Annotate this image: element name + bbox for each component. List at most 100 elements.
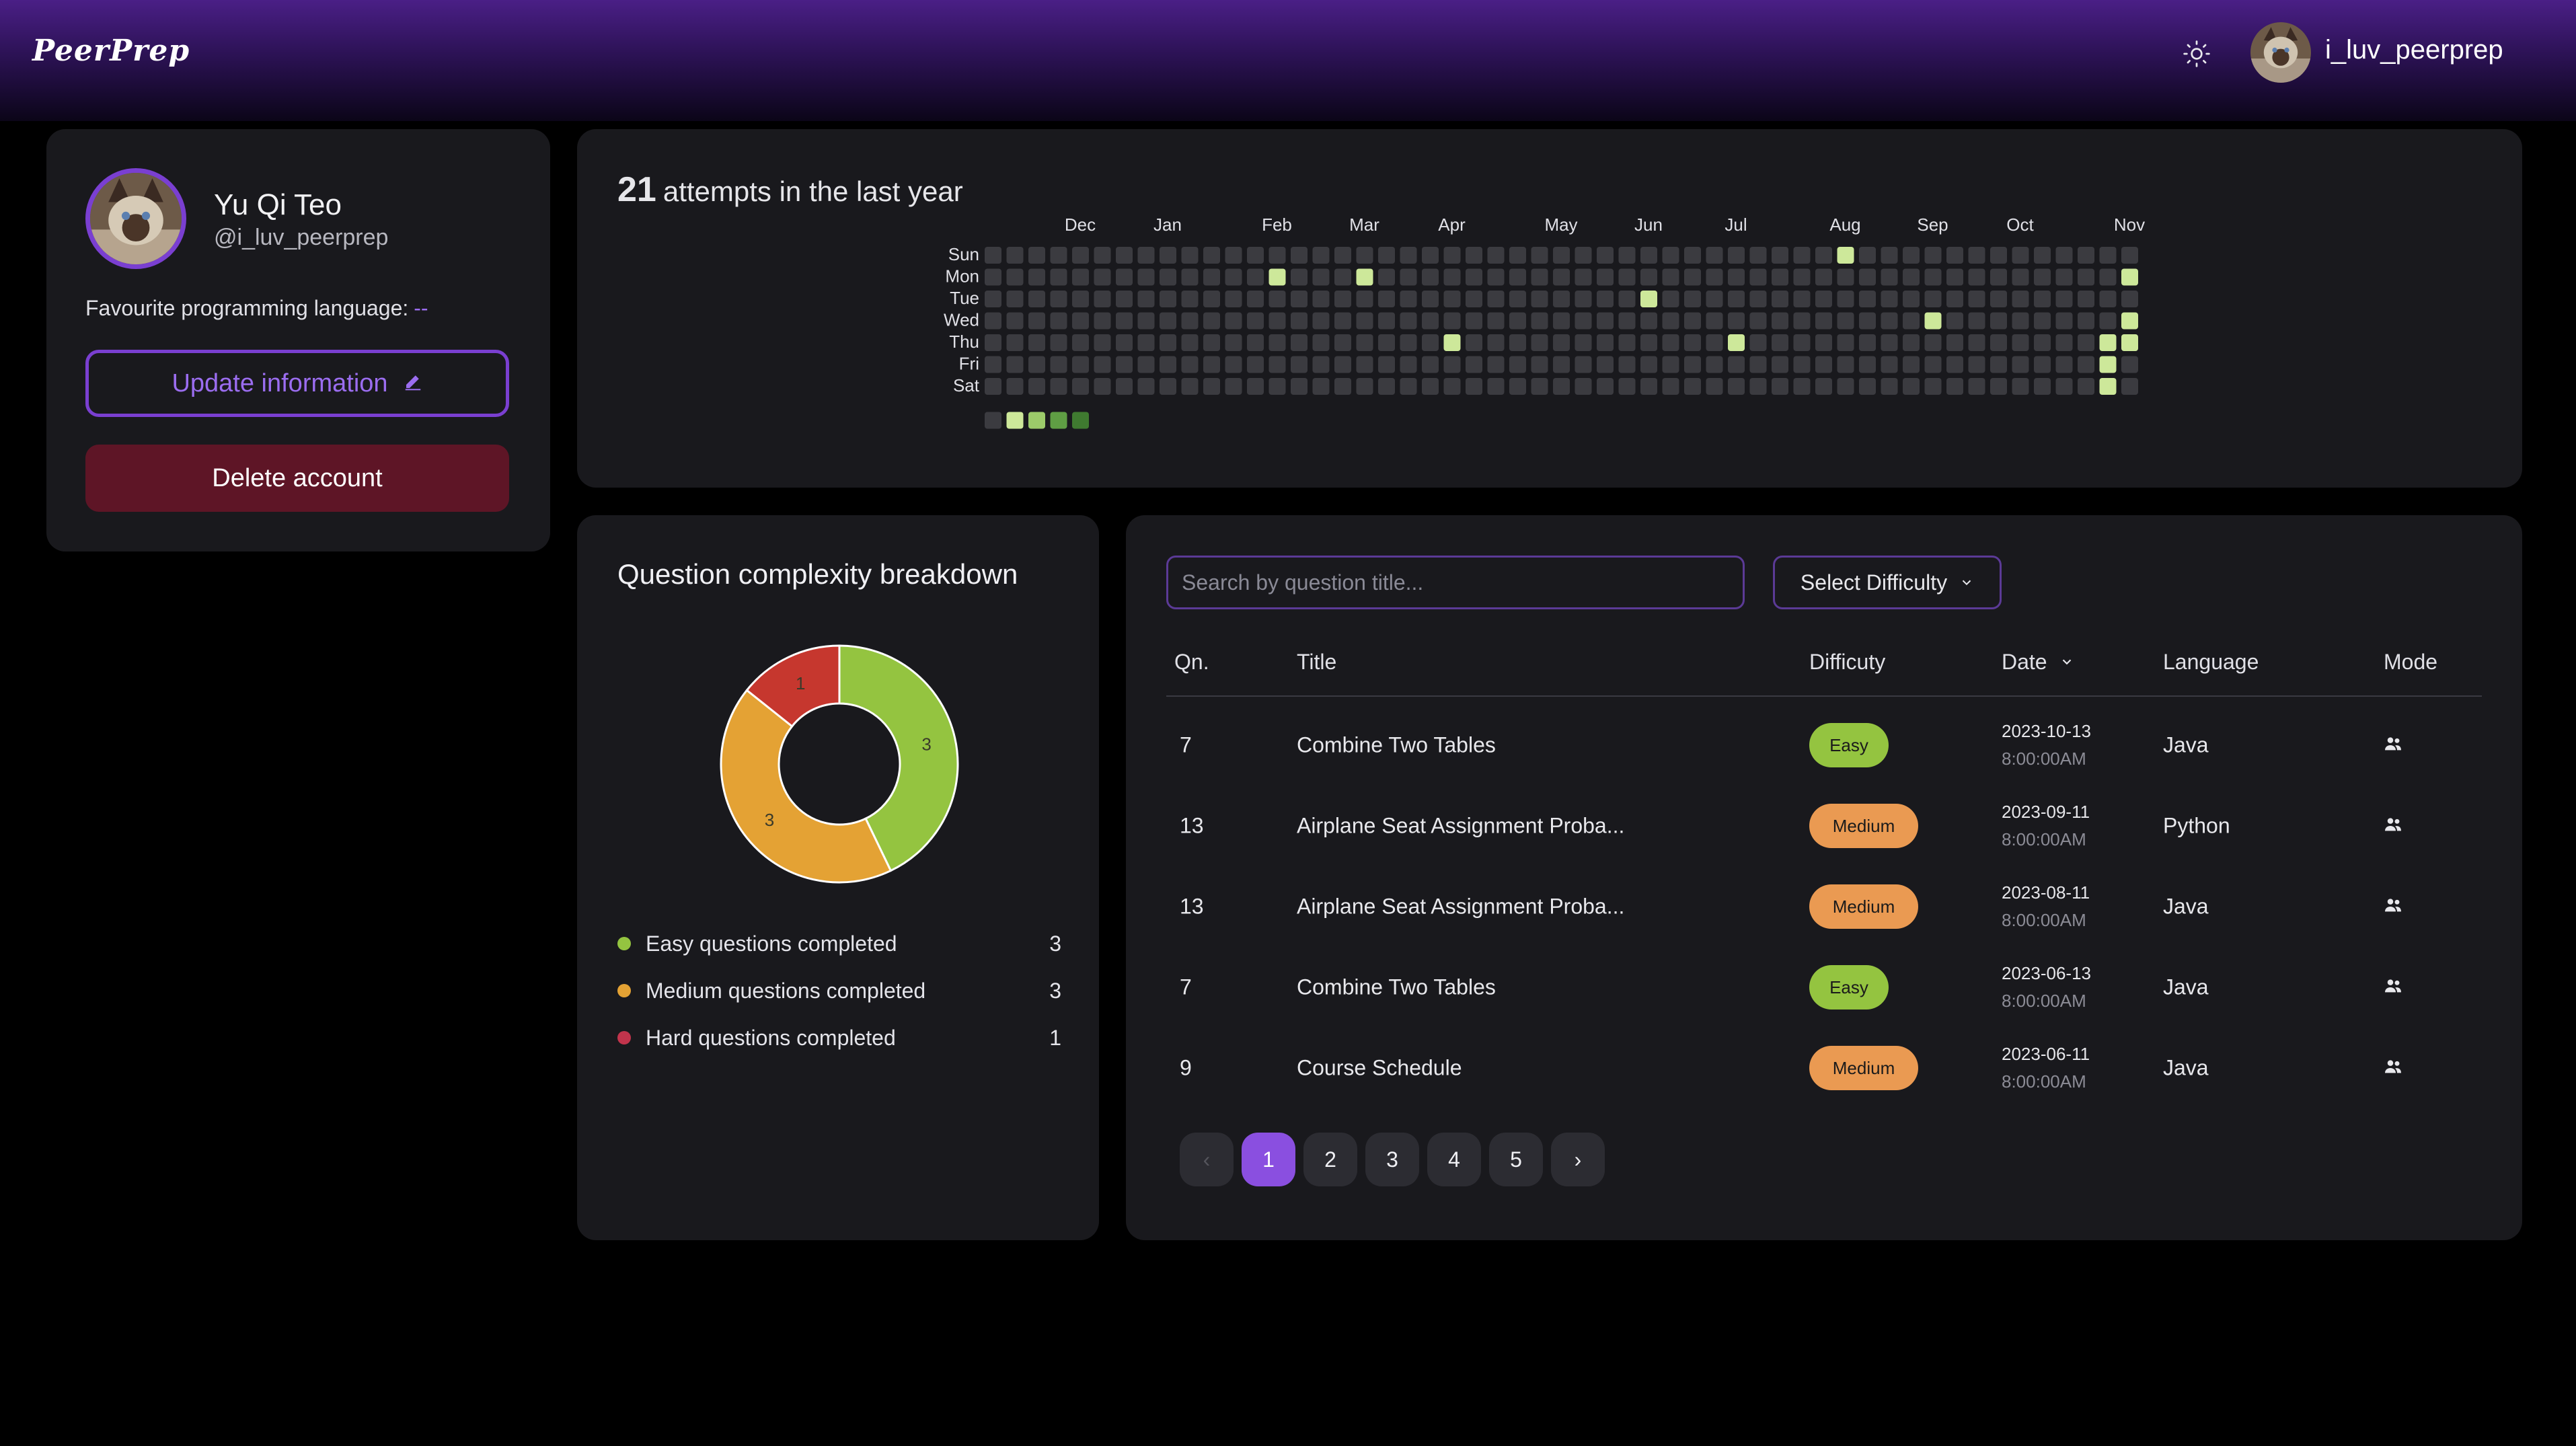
- heatmap-cell[interactable]: [1466, 291, 1482, 307]
- heatmap-cell[interactable]: [1640, 291, 1657, 307]
- table-row[interactable]: 7 Combine Two Tables Easy 2023-06-13 8:00:00…: [1126, 947, 2522, 1028]
- heatmap-cell[interactable]: [1334, 334, 1351, 351]
- heatmap-cell[interactable]: [1006, 378, 1024, 395]
- heatmap-cell[interactable]: [2012, 247, 2029, 264]
- heatmap-cell[interactable]: [2099, 291, 2117, 307]
- heatmap-cell[interactable]: [1728, 378, 1745, 395]
- heatmap-cell[interactable]: [1050, 247, 1067, 264]
- row-title[interactable]: Course Schedule: [1297, 1056, 1462, 1081]
- heatmap-cell[interactable]: [1160, 378, 1176, 395]
- heatmap-cell[interactable]: [1247, 334, 1264, 351]
- users-icon[interactable]: [2382, 1056, 2404, 1080]
- heatmap-cell[interactable]: [1050, 378, 1067, 395]
- heatmap-cell[interactable]: [1181, 247, 1199, 264]
- heatmap-cell[interactable]: [1749, 334, 1767, 351]
- heatmap-cell[interactable]: [2034, 291, 2051, 307]
- heatmap-cell[interactable]: [1422, 334, 1439, 351]
- heatmap-cell[interactable]: [1881, 378, 1898, 395]
- heatmap-cell[interactable]: [1990, 291, 2007, 307]
- heatmap-cell[interactable]: [1247, 291, 1264, 307]
- heatmap-cell[interactable]: [1553, 334, 1570, 351]
- heatmap-cell[interactable]: [1160, 334, 1176, 351]
- heatmap-cell[interactable]: [1160, 291, 1176, 307]
- heatmap-cell[interactable]: [2012, 356, 2029, 373]
- heatmap-cell[interactable]: [1509, 291, 1526, 307]
- heatmap-cell[interactable]: [1268, 334, 1286, 351]
- users-icon[interactable]: [2382, 814, 2404, 838]
- column-header-qn[interactable]: Qn.: [1174, 650, 1209, 675]
- heatmap-cell[interactable]: [1662, 356, 1679, 373]
- heatmap-cell[interactable]: [1334, 356, 1351, 373]
- heatmap-cell[interactable]: [1815, 291, 1832, 307]
- heatmap-cell[interactable]: [1946, 378, 1963, 395]
- heatmap-cell[interactable]: [985, 334, 1001, 351]
- heatmap-cell[interactable]: [1072, 334, 1089, 351]
- heatmap-cell[interactable]: [1487, 247, 1505, 264]
- heatmap-cell[interactable]: [1378, 268, 1395, 286]
- heatmap-cell[interactable]: [1291, 378, 1308, 395]
- column-header-title[interactable]: Title: [1297, 650, 1336, 675]
- heatmap-cell[interactable]: [1225, 334, 1242, 351]
- table-row[interactable]: 13 Airplane Seat Assignment Proba... Mediu…: [1126, 786, 2522, 866]
- next-page-button[interactable]: ›: [1551, 1133, 1605, 1186]
- heatmap-cell[interactable]: [2121, 356, 2138, 373]
- prev-page-button[interactable]: ‹: [1180, 1133, 1234, 1186]
- heatmap-cell[interactable]: [1946, 291, 1963, 307]
- column-header-difficulty[interactable]: Difficuty: [1809, 650, 1885, 675]
- heatmap-cell[interactable]: [985, 378, 1001, 395]
- heatmap-cell[interactable]: [1466, 356, 1482, 373]
- heatmap-cell[interactable]: [1837, 378, 1854, 395]
- heatmap-cell[interactable]: [1706, 378, 1723, 395]
- heatmap-cell[interactable]: [1640, 312, 1657, 330]
- heatmap-cell[interactable]: [1772, 291, 1788, 307]
- heatmap-cell[interactable]: [2099, 247, 2117, 264]
- heatmap-cell[interactable]: [1466, 247, 1482, 264]
- heatmap-cell[interactable]: [1837, 356, 1854, 373]
- heatmap-cell[interactable]: [1028, 312, 1045, 330]
- heatmap-cell[interactable]: [1749, 247, 1767, 264]
- heatmap-cell[interactable]: [1137, 378, 1155, 395]
- heatmap-cell[interactable]: [1422, 312, 1439, 330]
- heatmap-cell[interactable]: [1050, 268, 1067, 286]
- heatmap-cell[interactable]: [1400, 247, 1417, 264]
- heatmap-cell[interactable]: [1225, 378, 1242, 395]
- heatmap-cell[interactable]: [1793, 312, 1811, 330]
- heatmap-cell[interactable]: [2099, 378, 2117, 395]
- column-header-language[interactable]: Language: [2163, 650, 2259, 675]
- heatmap-cell[interactable]: [1028, 247, 1045, 264]
- heatmap-cell[interactable]: [1772, 268, 1788, 286]
- heatmap-cell[interactable]: [1662, 312, 1679, 330]
- heatmap-cell[interactable]: [2078, 268, 2094, 286]
- page-button-2[interactable]: 2: [1303, 1133, 1357, 1186]
- heatmap-cell[interactable]: [1378, 378, 1395, 395]
- heatmap-cell[interactable]: [1291, 291, 1308, 307]
- heatmap-cell[interactable]: [1203, 312, 1220, 330]
- heatmap-cell[interactable]: [1881, 334, 1898, 351]
- heatmap-cell[interactable]: [2078, 334, 2094, 351]
- heatmap-cell[interactable]: [1422, 247, 1439, 264]
- heatmap-cell[interactable]: [1203, 247, 1220, 264]
- heatmap-cell[interactable]: [1903, 334, 1920, 351]
- heatmap-cell[interactable]: [1268, 291, 1286, 307]
- heatmap-cell[interactable]: [1203, 356, 1220, 373]
- heatmap-cell[interactable]: [1356, 247, 1373, 264]
- heatmap-cell[interactable]: [1793, 268, 1811, 286]
- heatmap-cell[interactable]: [1268, 268, 1286, 286]
- heatmap-cell[interactable]: [1443, 378, 1461, 395]
- heatmap-cell[interactable]: [1487, 356, 1505, 373]
- donut-slice-medium[interactable]: [720, 689, 893, 884]
- heatmap-cell[interactable]: [1072, 312, 1089, 330]
- heatmap-cell[interactable]: [1597, 291, 1614, 307]
- heatmap-cell[interactable]: [2121, 247, 2138, 264]
- heatmap-cell[interactable]: [1618, 247, 1636, 264]
- heatmap-cell[interactable]: [1553, 356, 1570, 373]
- heatmap-cell[interactable]: [1334, 291, 1351, 307]
- heatmap-cell[interactable]: [1706, 268, 1723, 286]
- heatmap-cell[interactable]: [1443, 247, 1461, 264]
- heatmap-cell[interactable]: [1247, 378, 1264, 395]
- heatmap-cell[interactable]: [1859, 268, 1876, 286]
- heatmap-cell[interactable]: [1312, 356, 1330, 373]
- heatmap-cell[interactable]: [1247, 312, 1264, 330]
- heatmap-cell[interactable]: [1072, 356, 1089, 373]
- heatmap-cell[interactable]: [1968, 291, 1985, 307]
